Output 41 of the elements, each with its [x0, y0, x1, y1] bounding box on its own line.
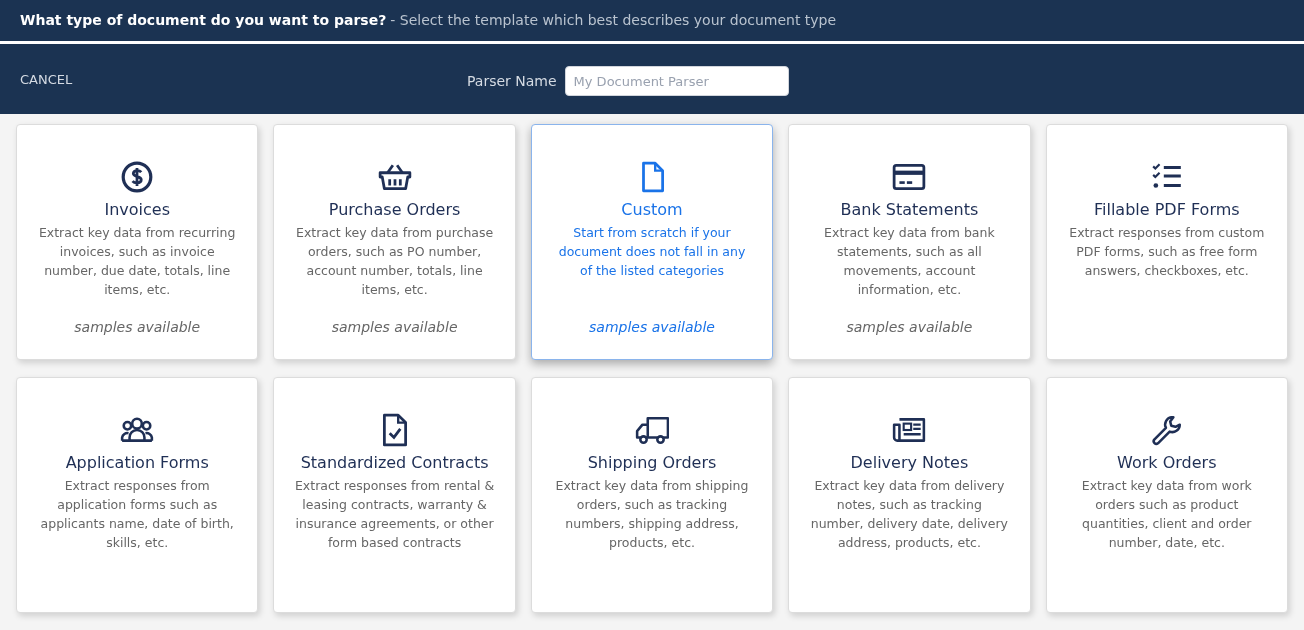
template-title: Delivery Notes — [850, 452, 969, 474]
header-question: What type of document do you want to parse? — [20, 11, 387, 30]
template-title: Standardized Contracts — [300, 452, 489, 474]
template-card[interactable]: Application Forms Extract responses from application forms such as applicants name, date of birth, skills, etc. — [16, 377, 259, 613]
template-title: Fillable PDF Forms — [1094, 199, 1240, 221]
template-card[interactable]: Delivery Notes Extract key data from delivery notes, such as tracking number, delivery date, delivery address, products, etc. — [788, 377, 1031, 613]
template-description: Extract responses from custom PDF forms, such as free form answers, checkboxes, etc. — [1068, 224, 1266, 280]
template-card[interactable]: Purchase Orders Extract key data from purchase orders, such as PO number, account number, totals, line items, etc. samples available — [273, 124, 516, 360]
template-card[interactable]: Custom Start from scratch if your document does not fall in any of the listed categories samples available — [530, 124, 774, 360]
template-title: Shipping Orders — [587, 452, 717, 474]
cancel-button[interactable]: CANCEL — [20, 70, 73, 90]
samples-available-label: samples available — [331, 318, 458, 337]
wrench-icon — [1149, 413, 1184, 447]
template-title: Work Orders — [1117, 452, 1217, 474]
dollar-icon — [120, 160, 155, 194]
template-title: Invoices — [104, 199, 170, 221]
template-description: Start from scratch if your document does not fall in any of the listed categories — [557, 224, 747, 280]
template-description: Extract key data from delivery notes, such as tracking number, delivery date, delivery address, products, etc. — [809, 477, 1009, 552]
samples-available-label: samples available — [74, 318, 201, 337]
header-hint: - Select the template which best describes your document type — [390, 11, 837, 30]
parser-name-field[interactable]: My Document Parser — [564, 66, 789, 96]
template-description: Extract key data from recurring invoices, such as invoice number, due date, totals, line items, etc. — [37, 224, 237, 299]
parser-name-label: Parser Name — [467, 71, 557, 91]
template-description: Extract key data from bank statements, such as all movements, account information, etc. — [823, 224, 996, 299]
template-description: Extract responses from application forms such as applicants name, date of birth, skills, etc. — [39, 477, 235, 552]
template-title: Purchase Orders — [328, 199, 461, 221]
template-card[interactable]: Shipping Orders Extract key data from shipping orders, such as tracking numbers, shipping address, products, etc. — [530, 377, 774, 613]
template-description: Extract key data from shipping orders, such as tracking numbers, shipping address, products, etc. — [554, 477, 750, 552]
template-description: Extract key data from work orders such as product quantities, client and order number, date, etc. — [1080, 477, 1253, 552]
samples-available-label: samples available — [589, 318, 715, 337]
samples-available-label: samples available — [846, 318, 973, 337]
template-description: Extract key data from purchase orders, such as PO number, account number, totals, line items, etc. — [295, 224, 495, 299]
template-title: Application Forms — [65, 452, 209, 474]
template-title: Bank Statements — [840, 199, 979, 221]
template-description: Extract responses from rental & leasing contracts, warranty & insurance agreements, or other form based contracts — [294, 477, 495, 552]
template-card[interactable]: Bank Statements Extract key data from bank statements, such as all movements, account information, etc. samples available — [788, 124, 1031, 360]
template-card[interactable]: Invoices Extract key data from recurring invoices, such as invoice number, due date, totals, line items, etc. samples available — [16, 124, 259, 360]
template-card[interactable]: Work Orders Extract key data from work orders such as product quantities, client and order number, date, etc. — [1045, 377, 1288, 613]
template-card[interactable]: Standardized Contracts Extract responses from rental & leasing contracts, warranty & insurance agreements, or other form based contracts — [273, 377, 516, 613]
template-title: Custom — [621, 199, 683, 221]
template-card[interactable]: Fillable PDF Forms Extract responses from custom PDF forms, such as free form answers, checkboxes, etc. — [1045, 124, 1288, 360]
